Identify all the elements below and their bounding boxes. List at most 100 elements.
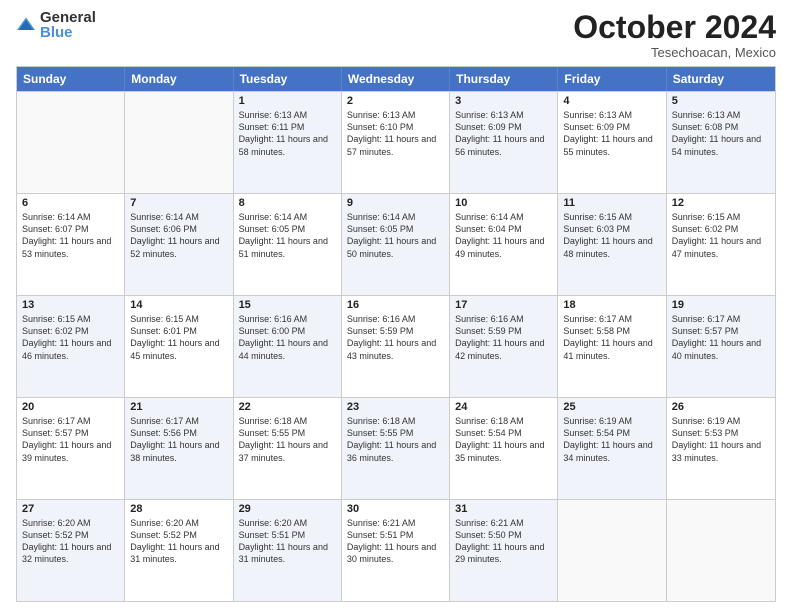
cell-info: Sunrise: 6:13 AM Sunset: 6:09 PM Dayligh… xyxy=(563,109,660,158)
calendar-cell: 30 Sunrise: 6:21 AM Sunset: 5:51 PM Dayli… xyxy=(342,500,450,601)
cell-info: Sunrise: 6:19 AM Sunset: 5:54 PM Dayligh… xyxy=(563,415,660,464)
day-number: 27 xyxy=(22,503,119,515)
calendar-cell: 20 Sunrise: 6:17 AM Sunset: 5:57 PM Dayli… xyxy=(17,398,125,499)
cell-info: Sunrise: 6:17 AM Sunset: 5:56 PM Dayligh… xyxy=(130,415,227,464)
day-number: 24 xyxy=(455,401,552,413)
day-number: 19 xyxy=(672,299,770,311)
cell-info: Sunrise: 6:16 AM Sunset: 5:59 PM Dayligh… xyxy=(455,313,552,362)
day-number: 14 xyxy=(130,299,227,311)
calendar-week-1: 1 Sunrise: 6:13 AM Sunset: 6:11 PM Daylig… xyxy=(17,91,775,193)
cell-info: Sunrise: 6:14 AM Sunset: 6:05 PM Dayligh… xyxy=(347,211,444,260)
day-number: 20 xyxy=(22,401,119,413)
cell-info: Sunrise: 6:18 AM Sunset: 5:54 PM Dayligh… xyxy=(455,415,552,464)
cell-info: Sunrise: 6:15 AM Sunset: 6:03 PM Dayligh… xyxy=(563,211,660,260)
calendar-cell: 5Sunrise: 6:13 AM Sunset: 6:08 PM Daylig… xyxy=(667,92,775,193)
calendar-cell xyxy=(558,500,666,601)
calendar-cell: 19 Sunrise: 6:17 AM Sunset: 5:57 PM Dayli… xyxy=(667,296,775,397)
calendar-cell: 26 Sunrise: 6:19 AM Sunset: 5:53 PM Dayli… xyxy=(667,398,775,499)
calendar-cell: 14 Sunrise: 6:15 AM Sunset: 6:01 PM Dayli… xyxy=(125,296,233,397)
cell-info: Sunrise: 6:18 AM Sunset: 5:55 PM Dayligh… xyxy=(347,415,444,464)
calendar-cell: 11 Sunrise: 6:15 AM Sunset: 6:03 PM Dayli… xyxy=(558,194,666,295)
calendar-cell: 15 Sunrise: 6:16 AM Sunset: 6:00 PM Dayli… xyxy=(234,296,342,397)
logo-icon xyxy=(16,15,36,35)
cell-info: Sunrise: 6:18 AM Sunset: 5:55 PM Dayligh… xyxy=(239,415,336,464)
day-number: 31 xyxy=(455,503,552,515)
cell-info: Sunrise: 6:15 AM Sunset: 6:02 PM Dayligh… xyxy=(22,313,119,362)
location-subtitle: Tesechoacan, Mexico xyxy=(573,45,776,60)
calendar-cell: 2Sunrise: 6:13 AM Sunset: 6:10 PM Daylig… xyxy=(342,92,450,193)
day-number: 8 xyxy=(239,197,336,209)
logo-general: General xyxy=(40,10,96,25)
day-number: 11 xyxy=(563,197,660,209)
day-number: 25 xyxy=(563,401,660,413)
calendar-cell: 31 Sunrise: 6:21 AM Sunset: 5:50 PM Dayli… xyxy=(450,500,558,601)
calendar-cell: 18Sunrise: 6:17 AM Sunset: 5:58 PM Dayli… xyxy=(558,296,666,397)
calendar-cell: 4 Sunrise: 6:13 AM Sunset: 6:09 PM Daylig… xyxy=(558,92,666,193)
calendar-body: 1 Sunrise: 6:13 AM Sunset: 6:11 PM Daylig… xyxy=(17,91,775,601)
cell-info: Sunrise: 6:13 AM Sunset: 6:11 PM Dayligh… xyxy=(239,109,336,158)
cell-info: Sunrise: 6:14 AM Sunset: 6:04 PM Dayligh… xyxy=(455,211,552,260)
cell-info: Sunrise: 6:17 AM Sunset: 5:58 PM Dayligh… xyxy=(563,313,660,362)
day-number: 28 xyxy=(130,503,227,515)
cell-info: Sunrise: 6:13 AM Sunset: 6:10 PM Dayligh… xyxy=(347,109,444,158)
cell-info: Sunrise: 6:14 AM Sunset: 6:07 PM Dayligh… xyxy=(22,211,119,260)
logo-blue: Blue xyxy=(40,25,96,40)
calendar-cell: 3Sunrise: 6:13 AM Sunset: 6:09 PM Daylig… xyxy=(450,92,558,193)
calendar-cell: 1 Sunrise: 6:13 AM Sunset: 6:11 PM Daylig… xyxy=(234,92,342,193)
header-day-saturday: Saturday xyxy=(667,67,775,91)
calendar-cell: 24 Sunrise: 6:18 AM Sunset: 5:54 PM Dayli… xyxy=(450,398,558,499)
header-day-friday: Friday xyxy=(558,67,666,91)
calendar-cell: 13 Sunrise: 6:15 AM Sunset: 6:02 PM Dayli… xyxy=(17,296,125,397)
calendar-week-2: 6Sunrise: 6:14 AM Sunset: 6:07 PM Daylig… xyxy=(17,193,775,295)
cell-info: Sunrise: 6:14 AM Sunset: 6:05 PM Dayligh… xyxy=(239,211,336,260)
cell-info: Sunrise: 6:15 AM Sunset: 6:01 PM Dayligh… xyxy=(130,313,227,362)
cell-info: Sunrise: 6:15 AM Sunset: 6:02 PM Dayligh… xyxy=(672,211,770,260)
calendar-week-3: 13 Sunrise: 6:15 AM Sunset: 6:02 PM Dayli… xyxy=(17,295,775,397)
header-day-sunday: Sunday xyxy=(17,67,125,91)
calendar-cell: 29 Sunrise: 6:20 AM Sunset: 5:51 PM Dayli… xyxy=(234,500,342,601)
calendar-cell xyxy=(667,500,775,601)
day-number: 23 xyxy=(347,401,444,413)
day-number: 16 xyxy=(347,299,444,311)
cell-info: Sunrise: 6:14 AM Sunset: 6:06 PM Dayligh… xyxy=(130,211,227,260)
calendar-cell: 23 Sunrise: 6:18 AM Sunset: 5:55 PM Dayli… xyxy=(342,398,450,499)
day-number: 26 xyxy=(672,401,770,413)
calendar-cell: 8 Sunrise: 6:14 AM Sunset: 6:05 PM Daylig… xyxy=(234,194,342,295)
calendar-header: SundayMondayTuesdayWednesdayThursdayFrid… xyxy=(17,67,775,91)
day-number: 15 xyxy=(239,299,336,311)
calendar-cell: 7 Sunrise: 6:14 AM Sunset: 6:06 PM Daylig… xyxy=(125,194,233,295)
day-number: 22 xyxy=(239,401,336,413)
cell-info: Sunrise: 6:17 AM Sunset: 5:57 PM Dayligh… xyxy=(672,313,770,362)
page-header: General Blue October 2024 Tesechoacan, M… xyxy=(16,10,776,60)
day-number: 9 xyxy=(347,197,444,209)
calendar-cell: 22 Sunrise: 6:18 AM Sunset: 5:55 PM Dayli… xyxy=(234,398,342,499)
day-number: 12 xyxy=(672,197,770,209)
day-number: 30 xyxy=(347,503,444,515)
day-number: 21 xyxy=(130,401,227,413)
cell-info: Sunrise: 6:21 AM Sunset: 5:50 PM Dayligh… xyxy=(455,517,552,566)
header-day-monday: Monday xyxy=(125,67,233,91)
day-number: 13 xyxy=(22,299,119,311)
calendar-cell: 16 Sunrise: 6:16 AM Sunset: 5:59 PM Dayli… xyxy=(342,296,450,397)
cell-info: Sunrise: 6:20 AM Sunset: 5:51 PM Dayligh… xyxy=(239,517,336,566)
calendar-cell: 25 Sunrise: 6:19 AM Sunset: 5:54 PM Dayli… xyxy=(558,398,666,499)
cell-info: Sunrise: 6:16 AM Sunset: 5:59 PM Dayligh… xyxy=(347,313,444,362)
calendar-cell: 28Sunrise: 6:20 AM Sunset: 5:52 PM Dayli… xyxy=(125,500,233,601)
cell-info: Sunrise: 6:13 AM Sunset: 6:09 PM Dayligh… xyxy=(455,109,552,158)
calendar-cell: 6Sunrise: 6:14 AM Sunset: 6:07 PM Daylig… xyxy=(17,194,125,295)
cell-info: Sunrise: 6:21 AM Sunset: 5:51 PM Dayligh… xyxy=(347,517,444,566)
cell-info: Sunrise: 6:17 AM Sunset: 5:57 PM Dayligh… xyxy=(22,415,119,464)
cell-info: Sunrise: 6:19 AM Sunset: 5:53 PM Dayligh… xyxy=(672,415,770,464)
day-number: 10 xyxy=(455,197,552,209)
calendar-cell xyxy=(125,92,233,193)
header-day-wednesday: Wednesday xyxy=(342,67,450,91)
cell-info: Sunrise: 6:20 AM Sunset: 5:52 PM Dayligh… xyxy=(22,517,119,566)
day-number: 1 xyxy=(239,95,336,107)
day-number: 7 xyxy=(130,197,227,209)
header-day-thursday: Thursday xyxy=(450,67,558,91)
day-number: 4 xyxy=(563,95,660,107)
calendar-cell: 12 Sunrise: 6:15 AM Sunset: 6:02 PM Dayli… xyxy=(667,194,775,295)
day-number: 29 xyxy=(239,503,336,515)
cell-info: Sunrise: 6:16 AM Sunset: 6:00 PM Dayligh… xyxy=(239,313,336,362)
logo: General Blue xyxy=(16,10,96,40)
